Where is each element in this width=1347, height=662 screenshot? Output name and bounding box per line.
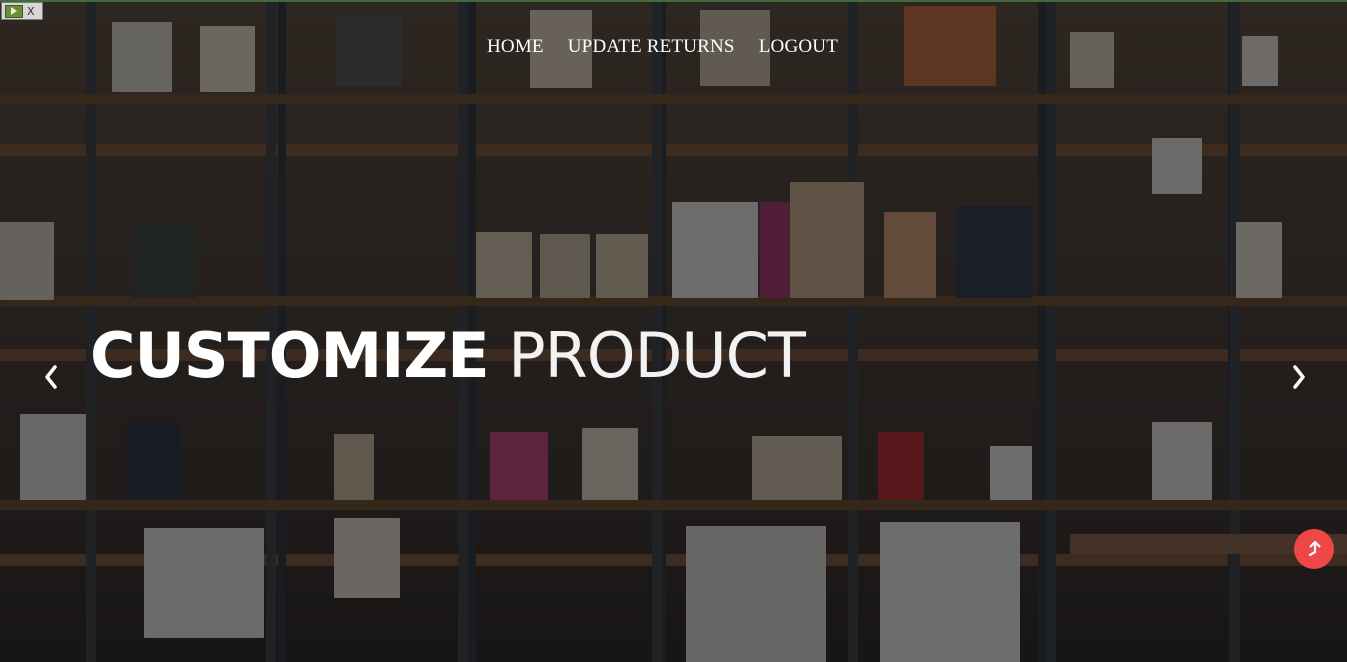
- nav-item-logout[interactable]: LOGOUT: [759, 36, 838, 58]
- close-icon[interactable]: X: [27, 5, 35, 18]
- carousel-prev-button[interactable]: [37, 360, 65, 394]
- plugin-toolbar-icon[interactable]: X: [1, 2, 43, 20]
- play-icon[interactable]: [5, 4, 23, 18]
- nav-item-update-returns[interactable]: UPDATE RETURNS: [568, 36, 735, 58]
- hero-title-light: PRODUCT: [508, 319, 806, 392]
- hero-title-bold: CUSTOMIZE: [90, 319, 490, 392]
- arrow-up-icon: [1308, 541, 1321, 557]
- chevron-right-icon: [1293, 365, 1305, 389]
- main-nav: HOME UPDATE RETURNS LOGOUT: [487, 36, 838, 58]
- carousel-next-button[interactable]: [1285, 360, 1313, 394]
- scroll-to-top-button[interactable]: [1294, 529, 1334, 569]
- chevron-left-icon: [45, 365, 57, 389]
- hero-title: CUSTOMIZE PRODUCT: [90, 318, 806, 394]
- nav-item-home[interactable]: HOME: [487, 36, 544, 58]
